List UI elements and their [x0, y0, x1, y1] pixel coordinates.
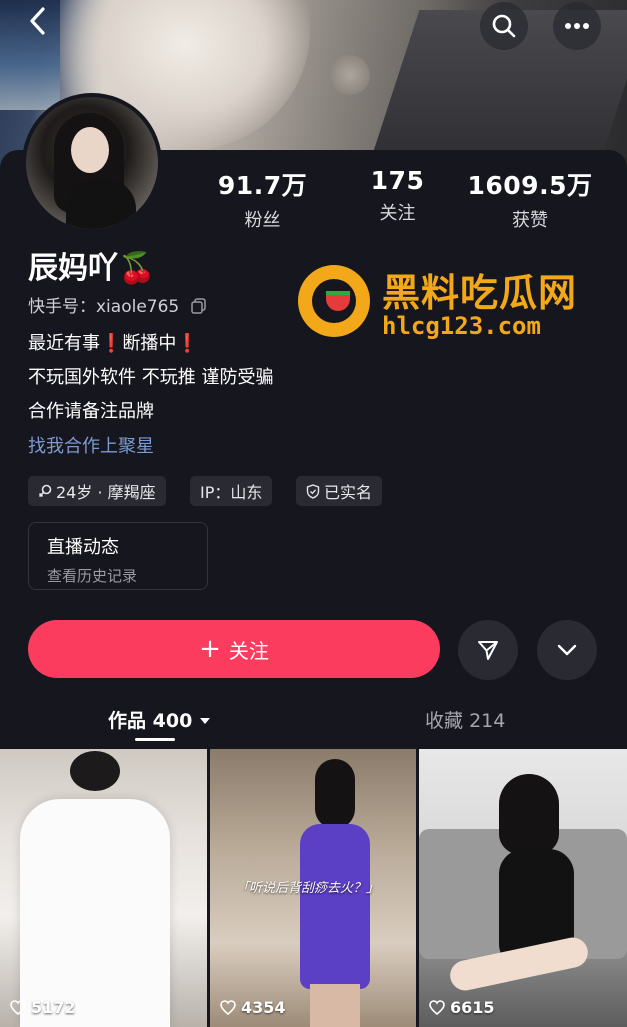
cooperation-link[interactable]: 找我合作上聚星 — [28, 432, 154, 458]
tab-favorites[interactable]: 收藏 214 — [425, 706, 505, 733]
tag-verified: 已实名 — [296, 476, 383, 506]
follow-button[interactable]: + 关注 — [28, 620, 440, 678]
plus-icon: + — [199, 634, 221, 664]
live-card-subtitle: 查看历史记录 — [47, 567, 138, 585]
search-icon — [492, 14, 516, 38]
bio-line: 合作请备注品牌 — [28, 401, 154, 422]
stat-likes[interactable]: 1609.5万 获赞 — [460, 166, 600, 232]
expand-button[interactable] — [537, 620, 597, 680]
tab-works[interactable]: 作品 400 — [108, 706, 211, 733]
stat-following[interactable]: 175 关注 — [350, 166, 445, 225]
tag-ip: IP：山东 — [190, 476, 273, 506]
video-likes-count: 6615 — [450, 998, 495, 1017]
heart-icon — [429, 1000, 445, 1015]
tag-verified-text: 已实名 — [324, 483, 373, 502]
video-thumbnail[interactable]: 「听说后背刮痧去火？」 4354 — [210, 749, 416, 1027]
stat-value: 1609.5万 — [467, 171, 593, 200]
video-caption: 「听说后背刮痧去火？」 — [236, 881, 380, 896]
live-history-card[interactable]: 直播动态 查看历史记录 — [28, 522, 208, 590]
stat-label: 获赞 — [512, 210, 548, 231]
video-thumbnail[interactable]: 5172 — [0, 749, 207, 1027]
back-icon — [30, 7, 45, 35]
tab-works-count: 400 — [152, 710, 193, 732]
copy-icon[interactable] — [190, 298, 207, 314]
video-likes: 6615 — [429, 998, 495, 1017]
bio-line: 最近有事❗断播中❗ — [28, 333, 199, 354]
video-likes: 4354 — [220, 998, 286, 1017]
back-button[interactable] — [14, 0, 62, 42]
heart-icon — [220, 1000, 236, 1015]
chevron-down-icon — [557, 644, 577, 656]
caret-down-icon — [199, 718, 210, 724]
stat-label: 粉丝 — [244, 210, 281, 231]
video-likes: 5172 — [10, 998, 76, 1017]
live-card-title: 直播动态 — [47, 537, 119, 558]
profile-name: 辰妈吖🍒 — [28, 251, 156, 286]
user-id: 快手号：xiaole765 — [28, 292, 207, 317]
follow-label: 关注 — [228, 638, 269, 663]
tag-age: 24岁 · 摩羯座 — [28, 476, 166, 506]
watermark-title: 黑料吃瓜网 — [382, 271, 578, 315]
video-likes-count: 5172 — [31, 998, 76, 1017]
more-button[interactable] — [553, 2, 601, 50]
tab-works-label: 作品 — [108, 710, 147, 732]
watermark-logo — [298, 265, 370, 337]
share-button[interactable] — [458, 620, 518, 680]
avatar[interactable] — [22, 93, 162, 233]
search-button[interactable] — [480, 2, 528, 50]
video-likes-count: 4354 — [241, 998, 286, 1017]
user-id-label: 快手号： — [28, 297, 96, 317]
bio-line: 不玩国外软件 不玩推 谨防受骗 — [28, 367, 274, 388]
more-icon — [565, 23, 589, 29]
send-icon — [478, 641, 498, 660]
tab-favorites-count: 214 — [469, 710, 506, 732]
stat-followers[interactable]: 91.7万 粉丝 — [215, 166, 310, 232]
watermark-url: hlcg123.com — [382, 312, 541, 340]
user-id-value: xiaole765 — [96, 297, 180, 317]
video-thumbnail[interactable]: 6615 — [419, 749, 627, 1027]
stat-value: 175 — [370, 166, 425, 195]
tab-underline — [135, 738, 175, 741]
gender-icon — [38, 484, 52, 498]
stat-label: 关注 — [379, 203, 416, 224]
tag-ip-text: IP：山东 — [200, 483, 263, 502]
shield-icon — [306, 483, 320, 499]
tag-age-text: 24岁 · 摩羯座 — [56, 483, 156, 502]
stat-value: 91.7万 — [217, 171, 308, 200]
heart-icon — [10, 1000, 26, 1015]
tab-favorites-label: 收藏 — [425, 710, 464, 732]
